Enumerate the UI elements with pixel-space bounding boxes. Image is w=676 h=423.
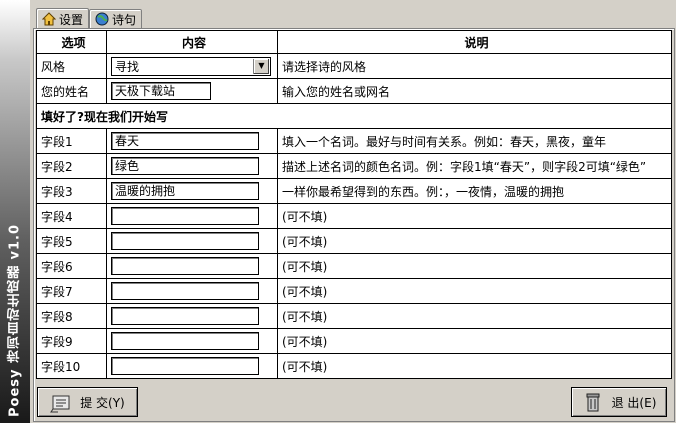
field-row: 字段8 (可不填) bbox=[36, 303, 672, 329]
field-label: 字段7 bbox=[36, 278, 107, 304]
field-label: 字段8 bbox=[36, 303, 107, 329]
field-label: 字段3 bbox=[36, 178, 107, 204]
name-row: 您的姓名 天极下载站 输入您的姓名或网名 bbox=[36, 78, 672, 104]
field-label: 字段6 bbox=[36, 253, 107, 279]
section-title: 填好了?现在我们开始写 bbox=[36, 103, 672, 129]
field-row: 字段9 (可不填) bbox=[36, 328, 672, 354]
tab-settings[interactable]: 设置 bbox=[36, 8, 90, 29]
tab-settings-label: 设置 bbox=[59, 12, 84, 27]
field-input[interactable] bbox=[111, 207, 259, 225]
header-content: 内容 bbox=[106, 30, 278, 54]
name-input[interactable]: 天极下载站 bbox=[111, 82, 211, 100]
style-select-value: 寻找 bbox=[115, 59, 140, 74]
newspaper-icon bbox=[50, 391, 72, 413]
sidebar-banner: Poesy 诗词自动生成器 v1.0 bbox=[0, 0, 30, 423]
field-label: 字段4 bbox=[36, 203, 107, 229]
field-description: (可不填) bbox=[277, 203, 672, 229]
field-input[interactable]: 春天 bbox=[111, 132, 259, 150]
field-description: (可不填) bbox=[277, 353, 672, 379]
field-description: 填入一个名词。最好与时间有关系。例如：春天，黑夜，童年 bbox=[277, 128, 672, 154]
field-input[interactable]: 温暖的拥抱 bbox=[111, 182, 259, 200]
field-description: 一样你最希望得到的东西。例：，一夜情，温暖的拥抱 bbox=[277, 178, 672, 204]
submit-button[interactable]: 提 交(Y) bbox=[37, 387, 138, 417]
tab-bar: 设置 诗句 bbox=[36, 6, 143, 29]
home-icon bbox=[41, 12, 57, 26]
field-description: (可不填) bbox=[277, 278, 672, 304]
header-description: 说明 bbox=[277, 30, 672, 54]
tab-poems-label: 诗句 bbox=[112, 12, 137, 27]
field-input[interactable] bbox=[111, 257, 259, 275]
field-row: 字段10 (可不填) bbox=[36, 353, 672, 379]
name-description: 输入您的姓名或网名 bbox=[277, 78, 672, 104]
field-row: 字段5 (可不填) bbox=[36, 228, 672, 254]
table-header-row: 选项 内容 说明 bbox=[36, 30, 672, 54]
field-label: 字段1 bbox=[36, 128, 107, 154]
settings-panel: 选项 内容 说明 风格 寻找 ▼ 请选择诗的风格 您的姓名 天极下载站 输入您的… bbox=[33, 28, 675, 422]
style-label: 风格 bbox=[36, 53, 107, 79]
field-input[interactable] bbox=[111, 232, 259, 250]
submit-button-label: 提 交(Y) bbox=[80, 395, 125, 410]
field-input[interactable] bbox=[111, 307, 259, 325]
field-input[interactable] bbox=[111, 332, 259, 350]
field-row: 字段3 温暖的拥抱 一样你最希望得到的东西。例：，一夜情，温暖的拥抱 bbox=[36, 178, 672, 204]
app-title: Poesy 诗词自动生成器 v1.0 bbox=[7, 223, 23, 417]
style-row: 风格 寻找 ▼ 请选择诗的风格 bbox=[36, 53, 672, 79]
field-input[interactable] bbox=[111, 357, 259, 375]
field-description: (可不填) bbox=[277, 328, 672, 354]
style-select[interactable]: 寻找 ▼ bbox=[111, 56, 271, 76]
header-option: 选项 bbox=[36, 30, 107, 54]
field-description: (可不填) bbox=[277, 228, 672, 254]
field-description: (可不填) bbox=[277, 303, 672, 329]
field-row: 字段1 春天 填入一个名词。最好与时间有关系。例如：春天，黑夜，童年 bbox=[36, 128, 672, 154]
field-label: 字段10 bbox=[36, 353, 107, 379]
field-row: 字段4 (可不填) bbox=[36, 203, 672, 229]
field-description: (可不填) bbox=[277, 253, 672, 279]
globe-icon bbox=[95, 12, 109, 26]
field-input[interactable]: 绿色 bbox=[111, 157, 259, 175]
exit-button-label: 退 出(E) bbox=[611, 395, 657, 410]
field-row: 字段6 (可不填) bbox=[36, 253, 672, 279]
name-label: 您的姓名 bbox=[36, 78, 107, 104]
section-row: 填好了?现在我们开始写 bbox=[36, 103, 672, 129]
field-label: 字段9 bbox=[36, 328, 107, 354]
field-row: 字段7 (可不填) bbox=[36, 278, 672, 304]
field-label: 字段2 bbox=[36, 153, 107, 179]
tab-poems[interactable]: 诗句 bbox=[89, 9, 143, 28]
field-description: 描述上述名词的颜色名词。例：字段1填“春天”，则字段2可填“绿色” bbox=[277, 153, 672, 179]
chevron-down-icon[interactable]: ▼ bbox=[253, 58, 269, 74]
field-label: 字段5 bbox=[36, 228, 107, 254]
settings-table: 选项 内容 说明 风格 寻找 ▼ 请选择诗的风格 您的姓名 天极下载站 输入您的… bbox=[36, 30, 672, 379]
exit-button[interactable]: 退 出(E) bbox=[571, 387, 667, 417]
trash-icon bbox=[582, 391, 604, 413]
field-input[interactable] bbox=[111, 282, 259, 300]
style-description: 请选择诗的风格 bbox=[277, 53, 672, 79]
field-row: 字段2 绿色 描述上述名词的颜色名词。例：字段1填“春天”，则字段2可填“绿色” bbox=[36, 153, 672, 179]
